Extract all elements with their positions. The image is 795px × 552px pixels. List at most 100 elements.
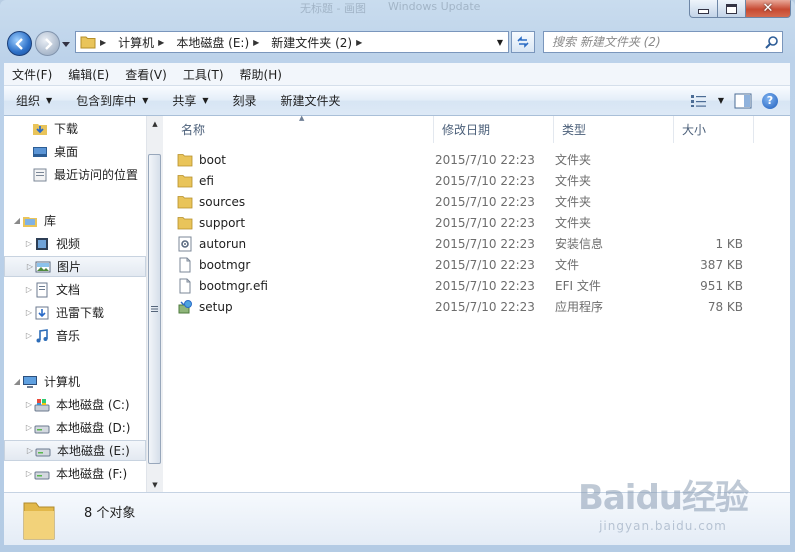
scroll-up-icon[interactable]: ▲ (147, 116, 163, 131)
search-input[interactable] (544, 34, 762, 50)
expand-triangle-icon[interactable]: ▷ (24, 400, 34, 409)
watermark: Baidu经验 jingyan.baidu.com (577, 470, 749, 533)
breadcrumb-current-folder[interactable]: 新建文件夹 (2) ▶ (267, 32, 370, 52)
table-row[interactable]: setup 2015/7/10 22:23 应用程序 78 KB (177, 296, 757, 317)
table-row[interactable]: autorun 2015/7/10 22:23 安装信息 1 KB (177, 233, 757, 254)
forward-button[interactable] (35, 31, 60, 56)
expand-triangle-icon[interactable]: ▷ (25, 446, 35, 455)
chevron-right-icon[interactable]: ▶ (158, 38, 164, 47)
address-dropdown-icon[interactable]: ▼ (492, 38, 508, 47)
new-folder-label: 新建文件夹 (280, 94, 341, 108)
file-type: 应用程序 (555, 300, 604, 314)
search-icon[interactable] (762, 35, 782, 49)
nav-item-drive-c[interactable]: ▷ 本地磁盘 (C:) (4, 394, 146, 415)
watermark-url: jingyan.baidu.com (599, 519, 727, 533)
column-name[interactable]: 名称 ▲ (163, 114, 434, 143)
menu-view[interactable]: 查看(V) (117, 66, 175, 83)
nav-item-xunlei-downloads[interactable]: ▷ 迅雷下载 (4, 302, 146, 323)
close-button[interactable]: ✕ (746, 0, 791, 18)
search-box[interactable] (543, 31, 783, 53)
scroll-thumb[interactable] (148, 154, 161, 464)
expand-triangle-icon[interactable]: ▷ (24, 423, 34, 432)
organize-button[interactable]: 组织 ▼ (4, 92, 64, 109)
table-row[interactable]: boot 2015/7/10 22:23 文件夹 (177, 149, 757, 170)
nav-label: 本地磁盘 (F:) (56, 467, 128, 481)
file-type: 文件 (555, 258, 580, 272)
expand-triangle-icon[interactable]: ▷ (24, 331, 34, 340)
grip-icon (151, 306, 158, 312)
address-root[interactable]: ▶ (76, 32, 114, 52)
view-list-icon (690, 94, 706, 107)
address-bar[interactable]: ▶ 计算机 ▶ 本地磁盘 (E:) ▶ 新建文件夹 (2) ▶ ▼ (75, 31, 509, 53)
breadcrumb-drive-e[interactable]: 本地磁盘 (E:) ▶ (172, 32, 267, 52)
breadcrumb-label: 新建文件夹 (2) (271, 35, 353, 50)
menu-tools[interactable]: 工具(T) (175, 66, 232, 83)
file-name: sources (199, 194, 246, 209)
table-row[interactable]: bootmgr.efi 2015/7/10 22:23 EFI 文件 951 K… (177, 275, 757, 296)
explorer-window: 无标题 - 画图 Windows Update ✕ ▶ 计算机 ▶ 本地磁盘 (E… (0, 0, 795, 552)
table-row[interactable]: bootmgr 2015/7/10 22:23 文件 387 KB (177, 254, 757, 275)
back-button[interactable] (7, 31, 32, 56)
column-type[interactable]: 类型 (554, 116, 674, 143)
maximize-button[interactable] (718, 0, 746, 18)
help-icon[interactable]: ? (762, 92, 778, 109)
table-row[interactable]: support 2015/7/10 22:23 文件夹 (177, 212, 757, 233)
file-type: 文件夹 (555, 174, 592, 188)
nav-item-music[interactable]: ▷ 音乐 (4, 325, 146, 346)
burn-label: 刻录 (232, 94, 257, 108)
expand-triangle-icon[interactable]: ▷ (24, 308, 34, 317)
burn-button[interactable]: 刻录 (221, 92, 269, 109)
nav-item-drive-f[interactable]: ▷ 本地磁盘 (F:) (4, 463, 146, 484)
nav-item-computer[interactable]: ◢ 计算机 (4, 371, 146, 392)
caret-down-icon: ▼ (202, 96, 209, 105)
column-date[interactable]: 修改日期 (434, 116, 554, 143)
view-options-button[interactable]: ▼ (690, 94, 724, 108)
expand-triangle-icon[interactable]: ▷ (25, 262, 35, 271)
preview-pane-icon[interactable] (734, 93, 752, 109)
file-size: 1 KB (715, 236, 743, 251)
nav-scrollbar[interactable]: ▲ ▼ (146, 116, 163, 492)
menu-edit[interactable]: 编辑(E) (60, 66, 117, 83)
caret-down-icon: ▼ (46, 96, 53, 105)
breadcrumb-computer[interactable]: 计算机 ▶ (114, 32, 172, 52)
file-name: setup (199, 299, 233, 314)
breadcrumb-label: 计算机 (118, 35, 155, 50)
chevron-right-icon[interactable]: ▶ (356, 38, 362, 47)
nav-item-downloads[interactable]: 下载 (4, 118, 146, 139)
expand-triangle-icon[interactable]: ▷ (24, 469, 34, 478)
expand-triangle-icon[interactable]: ▷ (24, 285, 34, 294)
nav-item-drive-e[interactable]: ▷ 本地磁盘 (E:) (4, 440, 146, 461)
table-row[interactable]: sources 2015/7/10 22:23 文件夹 (177, 191, 757, 212)
collapse-triangle-icon[interactable]: ◢ (12, 377, 22, 386)
nav-item-recent-places[interactable]: 最近访问的位置 (4, 164, 146, 185)
nav-item-desktop[interactable]: 桌面 (4, 141, 146, 162)
new-folder-button[interactable]: 新建文件夹 (269, 92, 353, 109)
hard-drive-icon (34, 471, 50, 479)
share-button[interactable]: 共享 ▼ (160, 92, 220, 109)
nav-item-documents[interactable]: ▷ 文档 (4, 279, 146, 300)
file-name: autorun (199, 236, 247, 251)
file-size: 78 KB (707, 299, 743, 314)
menu-file[interactable]: 文件(F) (4, 66, 60, 83)
file-type: 文件夹 (555, 195, 592, 209)
nav-item-videos[interactable]: ▷ 视频 (4, 233, 146, 254)
include-label: 包含到库中 (76, 94, 137, 108)
expand-triangle-icon[interactable]: ▷ (24, 239, 34, 248)
column-size[interactable]: 大小 (674, 116, 754, 143)
file-date: 2015/7/10 22:23 (435, 299, 535, 314)
chevron-right-icon[interactable]: ▶ (100, 38, 106, 47)
menu-help[interactable]: 帮助(H) (232, 66, 290, 83)
refresh-icon (517, 36, 529, 48)
include-in-library-button[interactable]: 包含到库中 ▼ (64, 92, 160, 109)
scroll-down-icon[interactable]: ▼ (147, 477, 163, 492)
recent-pages-dropdown[interactable] (62, 40, 70, 48)
table-row[interactable]: efi 2015/7/10 22:23 文件夹 (177, 170, 757, 191)
watermark-brand: Baidu经验 (577, 478, 749, 518)
nav-item-libraries[interactable]: ◢ 库 (4, 210, 146, 231)
nav-item-drive-d[interactable]: ▷ 本地磁盘 (D:) (4, 417, 146, 438)
collapse-triangle-icon[interactable]: ◢ (12, 216, 22, 225)
refresh-button[interactable] (511, 31, 535, 53)
nav-item-pictures[interactable]: ▷ 图片 (4, 256, 146, 277)
minimize-button[interactable] (689, 0, 718, 18)
chevron-right-icon[interactable]: ▶ (253, 38, 259, 47)
